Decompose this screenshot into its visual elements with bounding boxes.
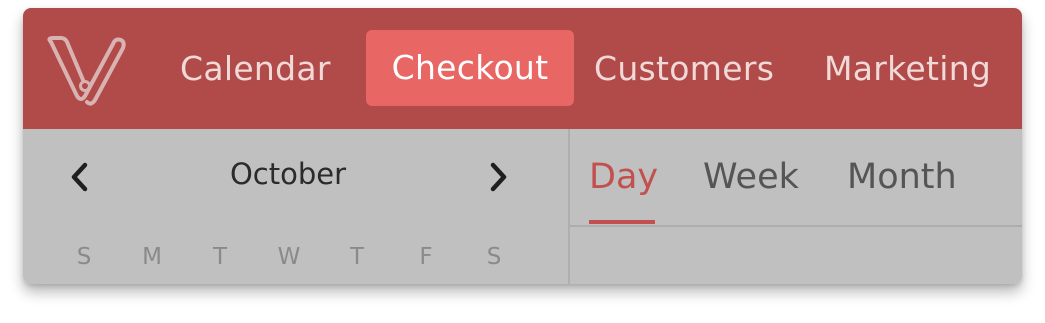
weekday-thursday: T <box>349 244 365 270</box>
top-navigation-bar: Calendar Checkout Customers Marketing <box>23 8 1022 129</box>
app-window: Calendar Checkout Customers Marketing Oc… <box>23 8 1022 284</box>
weekday-sunday: S <box>76 244 92 270</box>
tab-month[interactable]: Month <box>847 129 957 225</box>
weekday-monday: M <box>142 244 162 270</box>
tab-bar-divider <box>570 225 1022 227</box>
weekday-tuesday: T <box>212 244 228 270</box>
nav-customers[interactable]: Customers <box>594 8 774 129</box>
month-label: October <box>229 157 347 191</box>
v-logo-icon[interactable] <box>43 28 127 108</box>
tab-week[interactable]: Week <box>703 129 799 225</box>
weekday-wednesday: W <box>277 244 301 270</box>
view-pane: Day Week Month <box>570 129 1022 284</box>
nav-calendar[interactable]: Calendar <box>180 8 331 129</box>
tab-day[interactable]: Day <box>589 129 658 225</box>
weekday-saturday: S <box>486 244 502 270</box>
nav-checkout[interactable]: Checkout <box>366 30 574 106</box>
weekday-friday: F <box>419 244 433 270</box>
chevron-right-icon[interactable] <box>485 159 511 195</box>
active-tab-indicator <box>589 220 655 224</box>
nav-marketing[interactable]: Marketing <box>824 8 991 129</box>
mini-calendar: October S M T W T F S <box>23 129 568 284</box>
chevron-left-icon[interactable] <box>67 159 93 195</box>
